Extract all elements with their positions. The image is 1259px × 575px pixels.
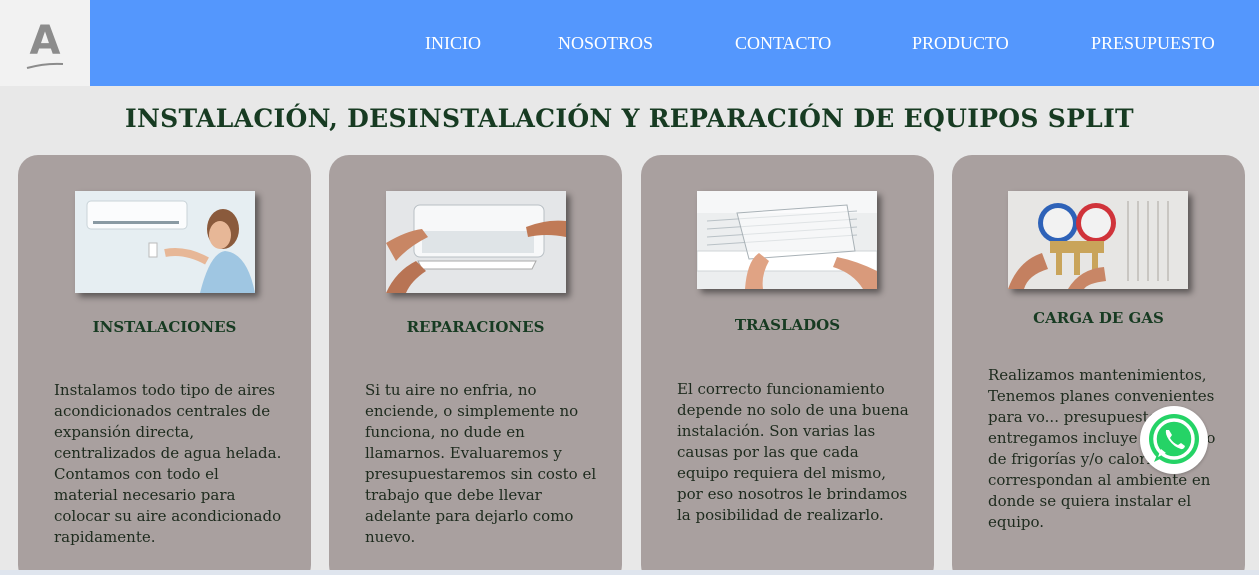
header-bar: A INICIO NOSOTROS CONTACTO PRODUCTO PRES… [0,0,1259,86]
service-heading: INSTALACIONES [92,318,237,336]
nav-producto[interactable]: PRODUCTO [912,33,1009,54]
service-description: Si tu aire no enfria, no enciende, o sim… [365,381,597,546]
service-description: El correcto funcionamiento depende no so… [677,380,909,524]
service-card-reparaciones: REPARACIONES Si tu aire no enfria, no en… [329,155,622,575]
nav-nosotros[interactable]: NOSOTROS [558,33,653,54]
nav-presupuesto[interactable]: PRESUPUESTO [1091,33,1215,54]
service-heading: CARGA DE GAS [1033,309,1164,327]
main-nav: INICIO NOSOTROS CONTACTO PRODUCTO PRESUP… [0,0,1259,86]
woman-with-ac-remote-photo [75,191,255,293]
service-card-instalaciones: INSTALACIONES Instalamos todo tipo de ai… [18,155,311,575]
service-card-carga-de-gas: CARGA DE GAS Realizamos mantenimientos, … [952,155,1245,575]
gas-manifold-gauges-photo [1008,191,1188,289]
nav-contacto[interactable]: CONTACTO [735,33,831,54]
hands-repairing-ac-photo [386,191,566,293]
service-heading: REPARACIONES [406,318,545,336]
ac-filter-removal-photo [697,191,877,289]
nav-inicio[interactable]: INICIO [425,33,481,54]
whatsapp-icon [1149,414,1199,464]
service-card-traslados: TRASLADOS El correcto funcionamiento dep… [641,155,934,575]
service-description: Instalamos todo tipo de aires acondicion… [54,381,282,546]
page-bottom-edge [0,570,1259,575]
page-title: INSTALACIÓN, DESINSTALACIÓN Y REPARACIÓN… [125,104,1134,133]
service-heading: TRASLADOS [734,316,841,334]
whatsapp-button[interactable] [1140,406,1208,474]
